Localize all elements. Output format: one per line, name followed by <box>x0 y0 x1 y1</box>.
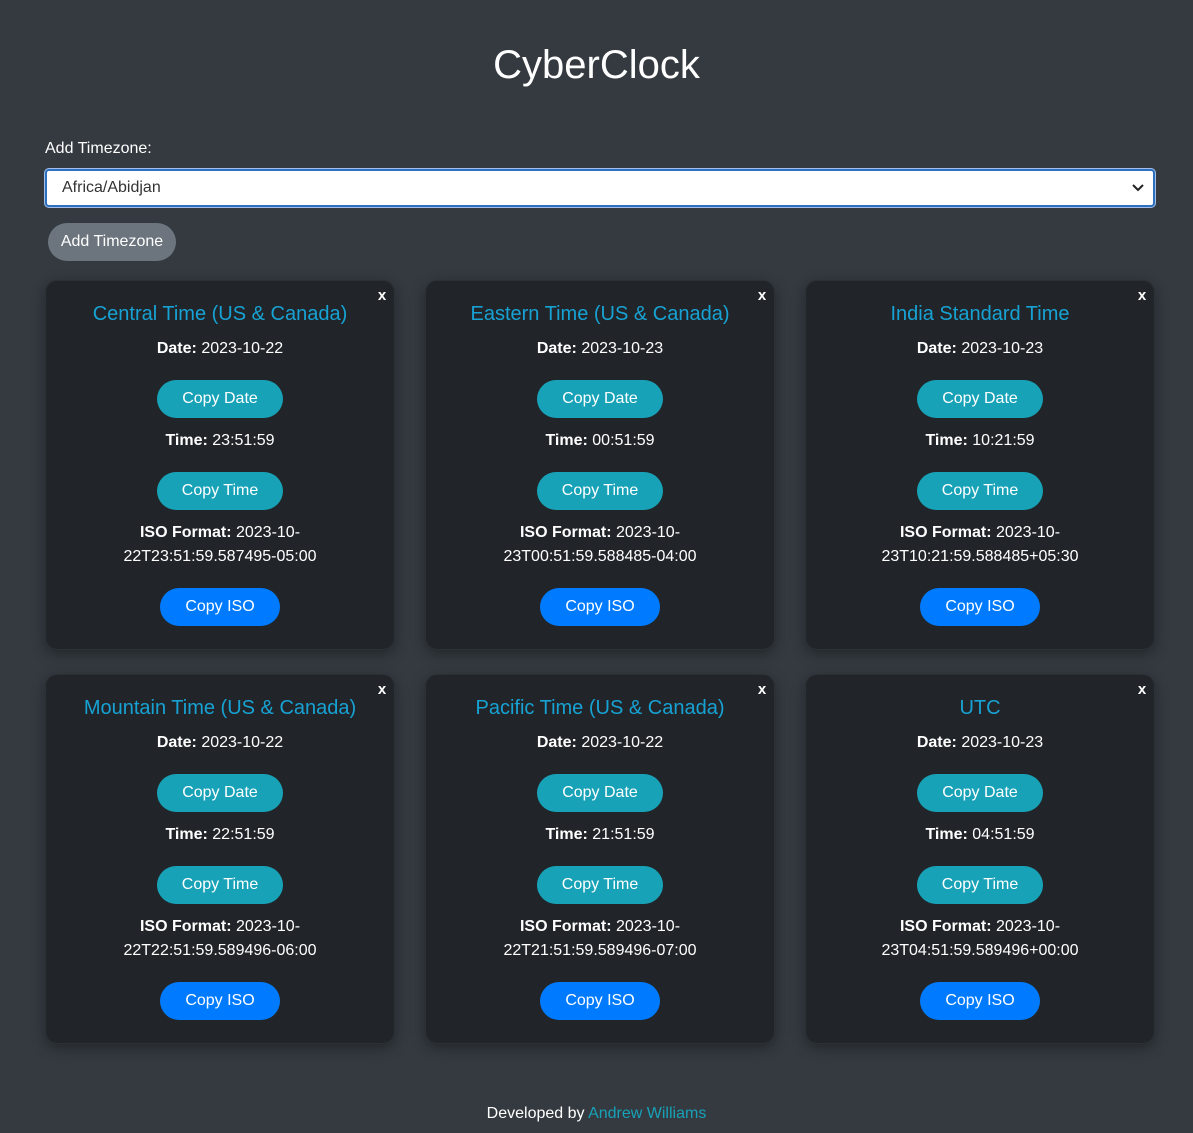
iso-value-line1: 2023-10- <box>615 918 681 935</box>
time-label: Time: <box>545 432 588 449</box>
iso-row: ISO Format: 2023-10- <box>806 521 1154 545</box>
iso-row: ISO Format: 2023-10- <box>426 521 774 545</box>
time-row: Time: 22:51:59 <box>46 823 394 847</box>
copy-time-button[interactable]: Copy Time <box>917 866 1043 904</box>
copy-iso-button[interactable]: Copy ISO <box>160 588 280 626</box>
time-row: Time: 10:21:59 <box>806 429 1154 453</box>
timezone-card: x India Standard Time Date: 2023-10-23 C… <box>805 280 1155 650</box>
app-title: CyberClock <box>493 43 700 87</box>
time-row: Time: 04:51:59 <box>806 823 1154 847</box>
date-label: Date: <box>536 734 577 751</box>
copy-date-button[interactable]: Copy Date <box>157 380 283 418</box>
date-value: 2023-10-22 <box>201 340 284 357</box>
timezone-select-value: Africa/Abidjan <box>62 179 161 196</box>
timezone-card: x Eastern Time (US & Canada) Date: 2023-… <box>425 280 775 650</box>
copy-date-button[interactable]: Copy Date <box>537 774 663 812</box>
timezone-card: x Central Time (US & Canada) Date: 2023-… <box>45 280 395 650</box>
add-timezone-label: Add Timezone: <box>45 140 152 157</box>
time-row: Time: 00:51:59 <box>426 429 774 453</box>
timezone-name: India Standard Time <box>890 303 1070 325</box>
date-row: Date: 2023-10-23 <box>806 731 1154 755</box>
time-value: 21:51:59 <box>592 826 655 843</box>
iso-row: ISO Format: 2023-10- <box>806 915 1154 939</box>
time-label: Time: <box>545 826 588 843</box>
copy-time-button[interactable]: Copy Time <box>157 472 283 510</box>
copy-iso-button[interactable]: Copy ISO <box>920 982 1040 1020</box>
timezone-name: Mountain Time (US & Canada) <box>83 697 357 719</box>
copy-time-button[interactable]: Copy Time <box>537 866 663 904</box>
time-label: Time: <box>925 432 968 449</box>
iso-value-line1: 2023-10- <box>235 524 301 541</box>
timezone-name: Pacific Time (US & Canada) <box>475 697 725 719</box>
iso-value-line2: 23T10:21:59.588485+05:30 <box>881 548 1079 565</box>
time-value: 04:51:59 <box>972 826 1035 843</box>
date-row: Date: 2023-10-23 <box>806 337 1154 361</box>
time-row: Time: 23:51:59 <box>46 429 394 453</box>
timezone-card: x Mountain Time (US & Canada) Date: 2023… <box>45 674 395 1044</box>
iso-value-line1: 2023-10- <box>995 524 1061 541</box>
timezone-select[interactable]: Africa/Abidjan <box>45 169 1155 207</box>
date-row: Date: 2023-10-22 <box>46 731 394 755</box>
copy-iso-button[interactable]: Copy ISO <box>920 588 1040 626</box>
iso-label: ISO Format: <box>139 918 232 935</box>
date-row: Date: 2023-10-22 <box>426 731 774 755</box>
date-value: 2023-10-23 <box>961 340 1044 357</box>
date-value: 2023-10-23 <box>961 734 1044 751</box>
timezone-name: Central Time (US & Canada) <box>92 303 348 325</box>
footer: Developed by Andrew Williams <box>0 1104 1193 1124</box>
timezone-card: x UTC Date: 2023-10-23 Copy Date Time: 0… <box>805 674 1155 1044</box>
iso-row: ISO Format: 2023-10- <box>426 915 774 939</box>
footer-prefix: Developed by <box>486 1105 585 1122</box>
time-label: Time: <box>165 826 208 843</box>
copy-date-button[interactable]: Copy Date <box>917 380 1043 418</box>
iso-value-line2: 23T00:51:59.588485-04:00 <box>503 548 697 565</box>
copy-iso-button[interactable]: Copy ISO <box>540 982 660 1020</box>
date-label: Date: <box>916 734 957 751</box>
iso-row: ISO Format: 2023-10- <box>46 915 394 939</box>
time-value: 00:51:59 <box>592 432 655 449</box>
iso-label: ISO Format: <box>139 524 232 541</box>
date-label: Date: <box>156 340 197 357</box>
date-label: Date: <box>156 734 197 751</box>
date-row: Date: 2023-10-23 <box>426 337 774 361</box>
copy-time-button[interactable]: Copy Time <box>537 472 663 510</box>
iso-value-line1: 2023-10- <box>995 918 1061 935</box>
date-label: Date: <box>916 340 957 357</box>
time-row: Time: 21:51:59 <box>426 823 774 847</box>
timezone-name: Eastern Time (US & Canada) <box>470 303 730 325</box>
iso-label: ISO Format: <box>899 918 992 935</box>
copy-time-button[interactable]: Copy Time <box>917 472 1043 510</box>
timezone-name: UTC <box>959 697 1001 719</box>
iso-label: ISO Format: <box>519 524 612 541</box>
time-label: Time: <box>165 432 208 449</box>
chevron-down-icon <box>1131 171 1145 205</box>
iso-value-line1: 2023-10- <box>235 918 301 935</box>
date-label: Date: <box>536 340 577 357</box>
copy-iso-button[interactable]: Copy ISO <box>160 982 280 1020</box>
copy-time-button[interactable]: Copy Time <box>157 866 283 904</box>
author-link[interactable]: Andrew Williams <box>588 1105 706 1122</box>
iso-value-line2: 22T21:51:59.589496-07:00 <box>503 942 697 959</box>
time-value: 23:51:59 <box>212 432 275 449</box>
copy-date-button[interactable]: Copy Date <box>157 774 283 812</box>
iso-value-line2: 22T22:51:59.589496-06:00 <box>123 942 317 959</box>
time-value: 10:21:59 <box>972 432 1035 449</box>
copy-iso-button[interactable]: Copy ISO <box>540 588 660 626</box>
copy-date-button[interactable]: Copy Date <box>917 774 1043 812</box>
iso-value-line1: 2023-10- <box>615 524 681 541</box>
date-value: 2023-10-22 <box>581 734 664 751</box>
date-value: 2023-10-22 <box>201 734 284 751</box>
iso-label: ISO Format: <box>899 524 992 541</box>
iso-value-line2: 23T04:51:59.589496+00:00 <box>881 942 1079 959</box>
time-label: Time: <box>925 826 968 843</box>
iso-value-line2: 22T23:51:59.587495-05:00 <box>123 548 317 565</box>
add-timezone-button[interactable]: Add Timezone <box>48 223 176 261</box>
timezone-card: x Pacific Time (US & Canada) Date: 2023-… <box>425 674 775 1044</box>
time-value: 22:51:59 <box>212 826 275 843</box>
date-value: 2023-10-23 <box>581 340 664 357</box>
copy-date-button[interactable]: Copy Date <box>537 380 663 418</box>
iso-row: ISO Format: 2023-10- <box>46 521 394 545</box>
iso-label: ISO Format: <box>519 918 612 935</box>
date-row: Date: 2023-10-22 <box>46 337 394 361</box>
